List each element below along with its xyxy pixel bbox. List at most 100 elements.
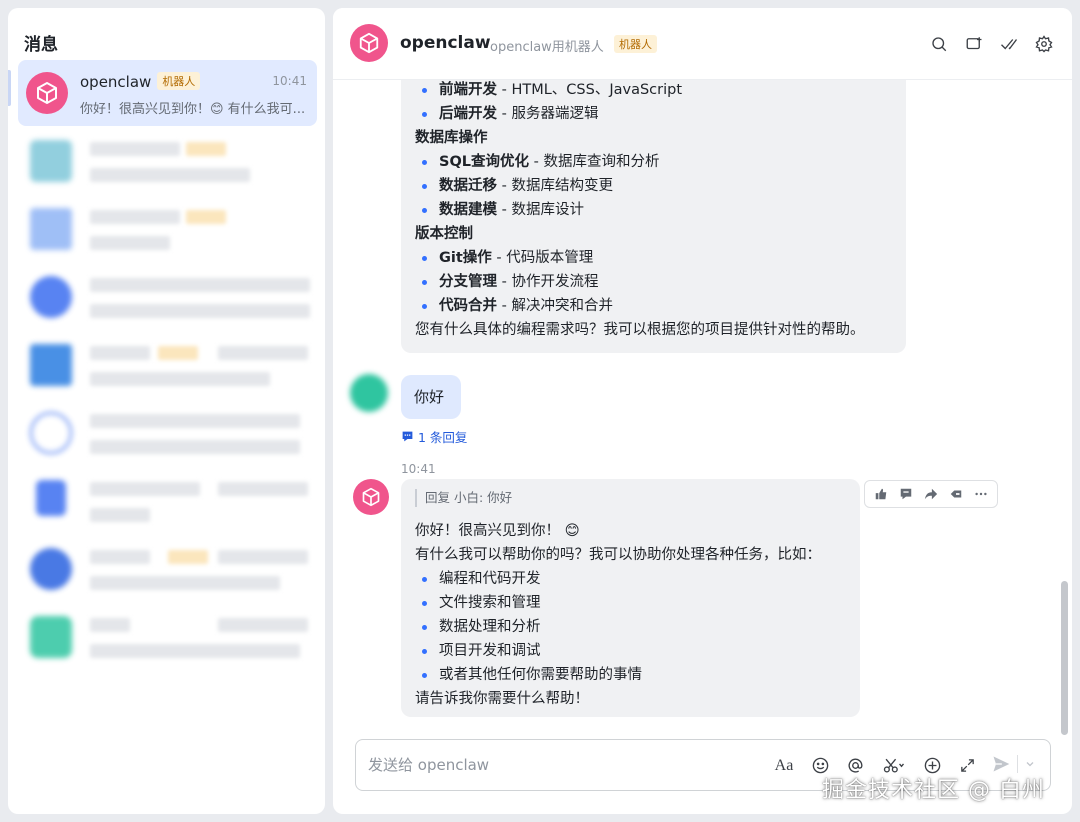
blurred-text <box>90 346 150 360</box>
send-icon[interactable] <box>990 753 1011 774</box>
conversation-name-text: openclaw <box>80 73 152 91</box>
blurred-text <box>90 278 310 292</box>
list-item: 数据建模 - 数据库设计 <box>415 198 892 222</box>
avatar <box>30 276 72 318</box>
header-toolbar <box>928 33 1054 54</box>
conversation-item-blurred[interactable] <box>18 468 317 534</box>
robot-avatar <box>26 72 68 114</box>
conversation-item-openclaw[interactable]: openclaw 机器人 10:41 你好！很高兴见到你！😊 有什么我可... <box>18 60 317 126</box>
reply-count-text: 1 条回复 <box>418 430 468 445</box>
list-item: 分支管理 - 协作开发流程 <box>415 270 892 294</box>
avatar <box>30 140 72 182</box>
bot-message-bubble: 回复 小白: 你好 你好！很高兴见到你！ 😊 有什么我可以帮助你的吗？我可以协助你… <box>401 479 860 717</box>
settings-gear-icon[interactable] <box>1033 33 1054 54</box>
sidebar-title: 消息 <box>24 35 58 55</box>
group-avatar <box>30 412 72 454</box>
line-text: - 数据库结构变更 <box>497 178 613 194</box>
bold-term: 数据建模 <box>439 202 497 218</box>
blurred-text <box>90 508 150 522</box>
conversation-item-blurred[interactable] <box>18 264 317 330</box>
avatar <box>30 548 72 590</box>
message-timestamp: 10:41 <box>401 462 436 476</box>
message-input[interactable] <box>368 754 748 776</box>
comment-icon <box>402 431 413 442</box>
line-text: 数据处理和分析 <box>439 619 541 635</box>
user-avatar[interactable] <box>350 374 388 412</box>
list-item: 编程和代码开发 <box>415 567 846 591</box>
robot-avatar[interactable] <box>350 24 388 62</box>
conversation-item-blurred[interactable] <box>18 332 317 398</box>
chat-subtitle: openclaw用机器人 <box>490 40 604 55</box>
bot-badge: 机器人 <box>614 35 657 54</box>
avatar <box>30 208 72 250</box>
blurred-text <box>90 550 150 564</box>
line-text: 编程和代码开发 <box>439 571 541 587</box>
chat-header: openclaw openclaw用机器人 机器人 <box>333 8 1072 80</box>
blurred-text <box>90 142 180 156</box>
bold-term: Git操作 <box>439 250 492 266</box>
robot-avatar[interactable] <box>353 479 389 515</box>
line-text: 你好！很高兴见到你！ 😊 <box>415 523 580 539</box>
list-item: 文件搜索和管理 <box>415 591 846 615</box>
list-item: SQL查询优化 - 数据库查询和分析 <box>415 150 892 174</box>
send-controls <box>990 753 1036 774</box>
line-text: - 数据库查询和分析 <box>529 154 660 170</box>
bold-term: 版本控制 <box>415 226 473 242</box>
bold-term: 后端开发 <box>439 106 497 122</box>
conversation-item-blurred[interactable] <box>18 536 317 602</box>
message-action-bar <box>864 480 998 508</box>
blurred-text <box>90 576 280 590</box>
line-text: - 代码版本管理 <box>491 250 594 266</box>
watermark-text: 掘金技术社区 @ 白州 <box>822 778 1045 803</box>
line-text: - 服务器端逻辑 <box>497 106 599 122</box>
list-item: Git操作 - 代码版本管理 <box>415 246 892 270</box>
list-item: 项目开发和调试 <box>415 639 846 663</box>
text-format-icon[interactable]: Aa <box>772 755 796 776</box>
line-text: 或者其他任何你需要帮助的事情 <box>439 667 642 683</box>
comment-icon[interactable] <box>896 484 917 505</box>
conversation-item-blurred[interactable] <box>18 128 317 194</box>
blurred-text <box>218 550 308 564</box>
line-text: 请告诉我你需要什么帮助！ <box>415 691 589 707</box>
blurred-tag <box>186 142 226 156</box>
chevron-down-icon[interactable] <box>1024 753 1036 774</box>
line-text: - 数据库设计 <box>497 202 584 218</box>
section-heading: 数据库操作 <box>415 126 892 150</box>
pin-icon[interactable] <box>945 484 966 505</box>
message-paragraph: 您有什么具体的编程需求吗？我可以根据您的项目提供针对性的帮助。 <box>415 318 892 342</box>
double-check-icon[interactable] <box>998 33 1019 54</box>
conversation-preview: 你好！很高兴见到你！😊 有什么我可... <box>80 102 306 117</box>
thumbs-up-icon[interactable] <box>871 484 892 505</box>
blurred-text <box>90 210 180 224</box>
avatar <box>30 344 72 386</box>
message-paragraph: 有什么我可以帮助你的吗？我可以协助你处理各种任务，比如： <box>415 543 846 567</box>
add-chat-icon[interactable] <box>963 33 984 54</box>
conversation-item-blurred[interactable] <box>18 196 317 262</box>
chat-panel: openclaw openclaw用机器人 机器人 前端开发 - HTML、CS… <box>333 8 1072 814</box>
search-icon[interactable] <box>928 33 949 54</box>
list-item: 前端开发 - HTML、CSS、JavaScript <box>415 78 892 102</box>
bold-term: 分支管理 <box>439 274 497 290</box>
line-text: 文件搜索和管理 <box>439 595 541 611</box>
cube-icon <box>37 82 57 104</box>
forward-icon[interactable] <box>920 484 941 505</box>
bot-badge: 机器人 <box>157 72 201 90</box>
bold-term: 数据库操作 <box>415 130 488 146</box>
divider <box>1017 754 1018 773</box>
line-text: - 协作开发流程 <box>497 274 599 290</box>
blurred-tag <box>186 210 226 224</box>
more-icon[interactable] <box>970 484 991 505</box>
blurred-text <box>90 440 300 454</box>
conversation-time: 10:41 <box>272 74 307 88</box>
conversation-item-blurred[interactable] <box>18 604 317 670</box>
blurred-text <box>90 644 300 658</box>
blurred-text <box>90 236 170 250</box>
thread-reply-link[interactable]: 1 条回复 <box>401 427 467 446</box>
chat-scrollbar[interactable] <box>1061 581 1068 735</box>
line-text: - 解决冲突和合并 <box>497 298 613 314</box>
text-format-label: Aa <box>774 756 794 774</box>
line-text: 您有什么具体的编程需求吗？我可以根据您的项目提供针对性的帮助。 <box>415 322 865 338</box>
line-text: - HTML、CSS、JavaScript <box>497 82 683 98</box>
list-item: 数据迁移 - 数据库结构变更 <box>415 174 892 198</box>
conversation-item-blurred[interactable] <box>18 400 317 466</box>
